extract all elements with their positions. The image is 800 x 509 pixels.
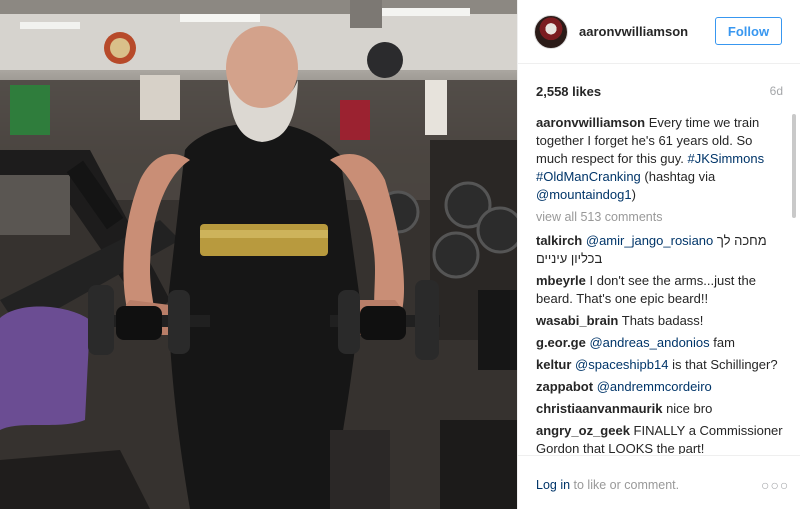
comment-item: christiaanvanmaurik nice bro bbox=[536, 400, 786, 418]
likes-count[interactable]: 2,558 likes bbox=[536, 84, 601, 99]
comment-text: is that Schillinger? bbox=[668, 357, 778, 372]
login-link[interactable]: Log in bbox=[536, 478, 570, 492]
comment-username[interactable]: christiaanvanmaurik bbox=[536, 401, 662, 416]
comment-items: talkirch @amir_jango_rosiano מחכה לך בכל… bbox=[536, 232, 786, 454]
comment-item: mbeyrle I don't see the arms...just the … bbox=[536, 272, 786, 308]
follow-button[interactable]: Follow bbox=[715, 17, 782, 45]
comment-item: angry_oz_geek FINALLY a Commissioner Gor… bbox=[536, 422, 786, 454]
more-options-icon[interactable]: ○○○ bbox=[761, 477, 789, 493]
comment-text: Thats badass! bbox=[618, 313, 704, 328]
likes-row: 2,558 likes 6d bbox=[536, 84, 783, 100]
avatar[interactable] bbox=[534, 15, 568, 49]
post-photo bbox=[0, 0, 517, 509]
view-all-comments-link[interactable]: view all 513 comments bbox=[536, 208, 786, 226]
comment-username[interactable]: mbeyrle bbox=[536, 273, 586, 288]
hashtag-link[interactable]: #JKSimmons bbox=[688, 151, 765, 166]
caption-username[interactable]: aaronvwilliamson bbox=[536, 115, 645, 130]
post-time[interactable]: 6d bbox=[770, 84, 783, 98]
comments-scrollbar[interactable] bbox=[792, 114, 796, 218]
comment-username[interactable]: angry_oz_geek bbox=[536, 423, 630, 438]
comment-username[interactable]: g.eor.ge bbox=[536, 335, 586, 350]
mention-link[interactable]: @mountaindog1 bbox=[536, 187, 632, 202]
caption-text-2: (hashtag via bbox=[640, 169, 716, 184]
gym-photo-illustration bbox=[0, 0, 517, 509]
header-username[interactable]: aaronvwilliamson bbox=[579, 24, 688, 39]
post-footer: Log in to like or comment. ○○○ bbox=[518, 455, 800, 509]
comment-text: fam bbox=[709, 335, 735, 350]
comment-username[interactable]: talkirch bbox=[536, 233, 582, 248]
caption-text-3: ) bbox=[631, 187, 636, 202]
post-side-panel: aaronvwilliamson Follow 2,558 likes 6d a… bbox=[517, 0, 800, 509]
comment-item: wasabi_brain Thats badass! bbox=[536, 312, 786, 330]
mention-link[interactable]: @andreas_andonios bbox=[589, 335, 709, 350]
comment-username[interactable]: zappabot bbox=[536, 379, 593, 394]
mention-link[interactable]: @spaceshipb14 bbox=[575, 357, 668, 372]
login-prompt: Log in to like or comment. bbox=[536, 478, 679, 492]
comment-username[interactable]: keltur bbox=[536, 357, 571, 372]
post-header: aaronvwilliamson Follow bbox=[518, 0, 800, 64]
comment-item: talkirch @amir_jango_rosiano מחכה לך בכל… bbox=[536, 232, 786, 268]
mention-link[interactable]: @amir_jango_rosiano bbox=[586, 233, 713, 248]
comment-text: nice bro bbox=[662, 401, 713, 416]
comment-item: g.eor.ge @andreas_andonios fam bbox=[536, 334, 786, 352]
comments-list: aaronvwilliamson Every time we train tog… bbox=[536, 114, 786, 454]
comment-item: keltur @spaceshipb14 is that Schillinger… bbox=[536, 356, 786, 374]
login-prompt-text: to like or comment. bbox=[570, 478, 680, 492]
comment-item: zappabot @andremmcordeiro bbox=[536, 378, 786, 396]
mention-link[interactable]: @andremmcordeiro bbox=[597, 379, 712, 394]
hashtag-link[interactable]: #OldManCranking bbox=[536, 169, 641, 184]
comment-username[interactable]: wasabi_brain bbox=[536, 313, 618, 328]
caption: aaronvwilliamson Every time we train tog… bbox=[536, 114, 786, 204]
